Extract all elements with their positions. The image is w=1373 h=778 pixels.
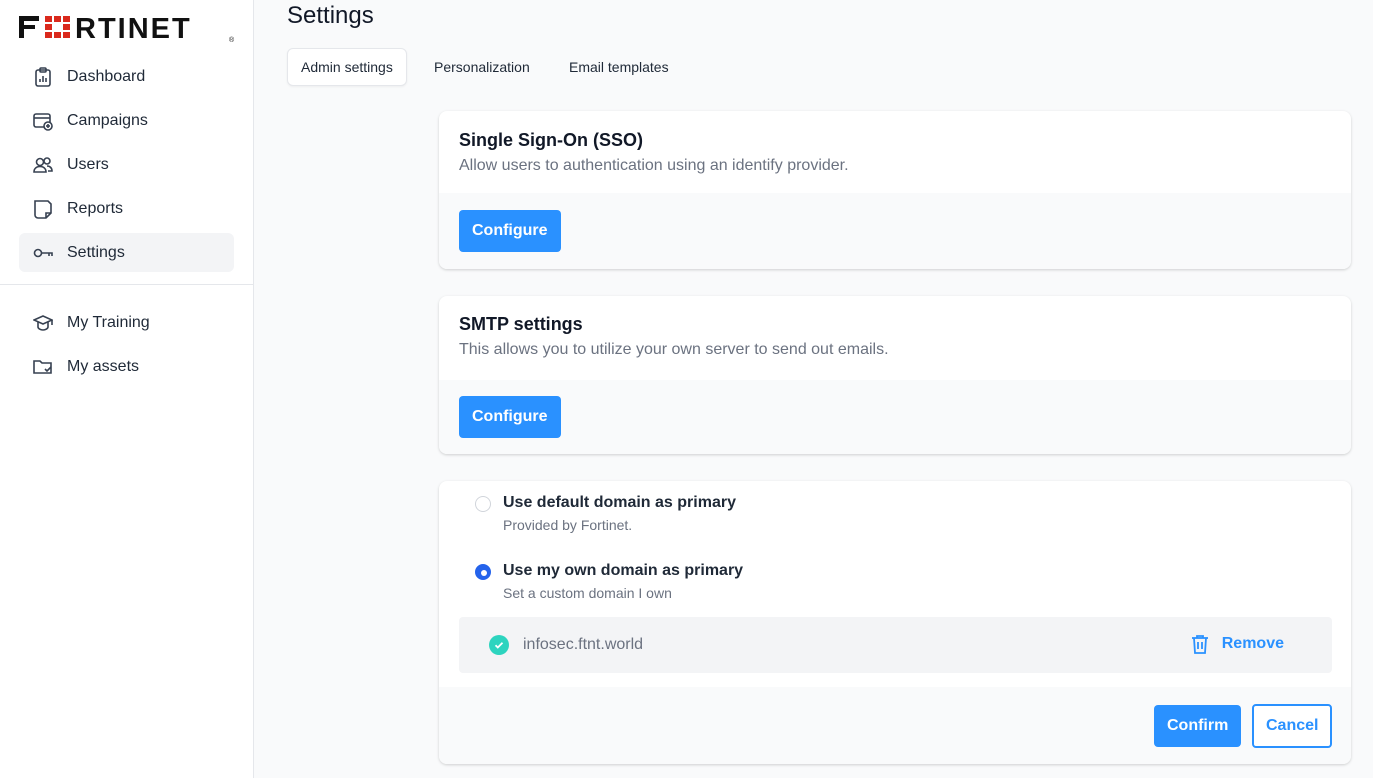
sidebar-item-label: Users <box>67 155 109 173</box>
option-title: Use my own domain as primary <box>503 562 744 579</box>
sidebar-item-label: Reports <box>67 199 124 217</box>
own-domain-radio[interactable] <box>475 564 491 580</box>
graduation-cap-icon <box>32 312 54 334</box>
option-title: Use default domain as primary <box>503 494 736 511</box>
fortinet-logo[interactable]: RTINET ® <box>19 12 239 45</box>
confirm-button[interactable]: Confirm <box>1154 705 1242 747</box>
page-title: Settings <box>287 2 374 29</box>
users-icon <box>32 154 54 176</box>
sso-configure-button[interactable]: Configure <box>459 210 561 252</box>
svg-text:®: ® <box>229 36 235 44</box>
remove-domain-button[interactable]: Remove <box>1189 633 1284 655</box>
sidebar: RTINET ® Dashboard Campaigns Users Repor… <box>0 0 254 778</box>
tab-admin-settings[interactable]: Admin settings <box>287 48 407 86</box>
clipboard-chart-icon <box>32 66 54 88</box>
sidebar-item-label: Settings <box>67 243 125 261</box>
sidebar-item-dashboard[interactable]: Dashboard <box>19 57 234 96</box>
folder-check-icon <box>32 356 54 378</box>
sso-card: Single Sign-On (SSO) Allow users to auth… <box>439 111 1351 269</box>
sso-description: Allow users to authentication using an i… <box>459 157 849 174</box>
smtp-title: SMTP settings <box>459 314 583 334</box>
domain-card: Use default domain as primary Provided b… <box>439 481 1351 764</box>
smtp-card: SMTP settings This allows you to utilize… <box>439 296 1351 454</box>
document-icon <box>32 198 54 220</box>
sidebar-item-reports[interactable]: Reports <box>19 189 234 228</box>
sidebar-divider <box>0 284 254 285</box>
calendar-plus-icon <box>32 110 54 132</box>
tab-personalization[interactable]: Personalization <box>421 48 543 86</box>
sidebar-item-users[interactable]: Users <box>19 145 234 184</box>
cancel-button[interactable]: Cancel <box>1252 704 1333 748</box>
option-subtitle: Provided by Fortinet. <box>503 517 633 533</box>
sidebar-item-my-training[interactable]: My Training <box>19 303 234 342</box>
custom-domain-row: infosec.ftnt.world Remove <box>459 617 1332 673</box>
own-domain-option[interactable]: Use my own domain as primary Set a custo… <box>475 562 743 601</box>
sidebar-item-label: My assets <box>67 357 140 375</box>
sidebar-item-settings[interactable]: Settings <box>19 233 234 272</box>
sidebar-item-my-assets[interactable]: My assets <box>19 347 234 386</box>
check-circle-icon <box>489 635 509 655</box>
smtp-description: This allows you to utilize your own serv… <box>459 341 889 358</box>
remove-label: Remove <box>1221 635 1284 652</box>
svg-text:RTINET: RTINET <box>75 13 192 44</box>
sidebar-item-label: Dashboard <box>67 67 146 85</box>
sidebar-item-campaigns[interactable]: Campaigns <box>19 101 234 140</box>
default-domain-option[interactable]: Use default domain as primary Provided b… <box>475 494 736 533</box>
key-icon <box>32 242 54 264</box>
sidebar-item-label: My Training <box>67 313 150 331</box>
option-subtitle: Set a custom domain I own <box>503 585 672 601</box>
sso-title: Single Sign-On (SSO) <box>459 130 643 150</box>
sidebar-item-label: Campaigns <box>67 111 148 129</box>
smtp-configure-button[interactable]: Configure <box>459 396 561 438</box>
tab-email-templates[interactable]: Email templates <box>556 48 682 86</box>
custom-domain-text: infosec.ftnt.world <box>523 636 644 653</box>
trash-icon <box>1189 633 1211 655</box>
default-domain-radio[interactable] <box>475 496 491 512</box>
